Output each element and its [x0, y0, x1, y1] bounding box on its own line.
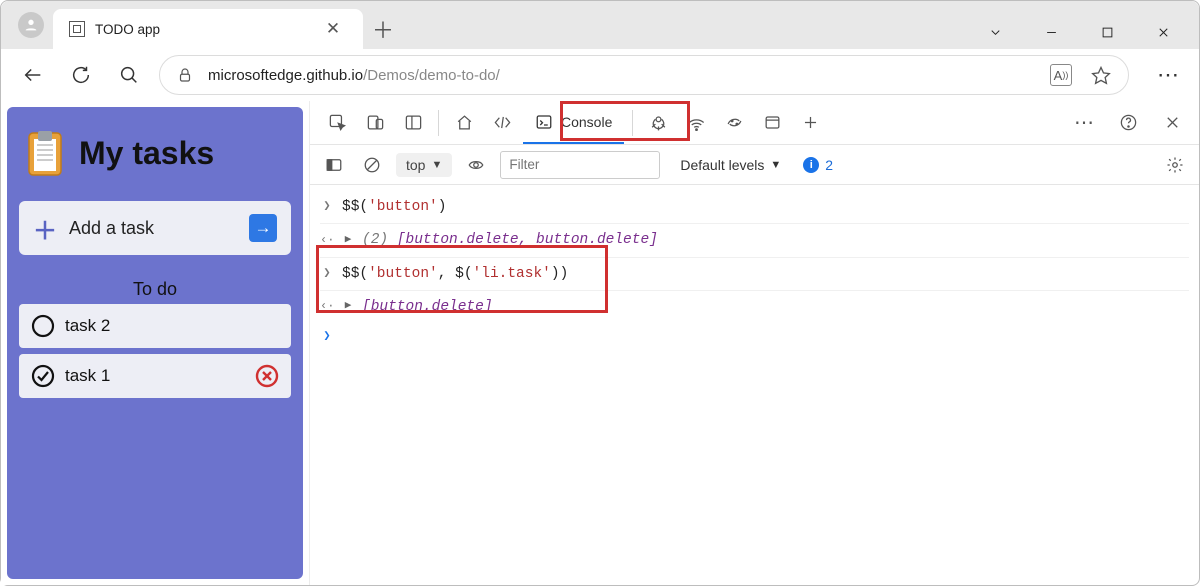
devtools-tabs: Console ⋯ — [310, 101, 1199, 145]
devtools-pane: Console ⋯ — [309, 101, 1199, 585]
console-toolbar: top ▼ Default levels ▼ i 2 — [310, 145, 1199, 185]
refresh-button[interactable] — [63, 57, 99, 93]
add-task-label: Add a task — [69, 218, 154, 239]
expand-icon[interactable]: ▶ — [342, 230, 354, 251]
levels-label: Default levels — [680, 157, 764, 173]
todo-header: My tasks — [19, 125, 291, 185]
task-row[interactable]: task 2 — [19, 304, 291, 348]
devtools-close-button[interactable] — [1155, 107, 1189, 139]
console-tab-label: Console — [561, 114, 612, 130]
browser-window: TODO app ✕ ＋ — [0, 0, 1200, 586]
new-tab-button[interactable]: ＋ — [363, 9, 403, 49]
profile-button[interactable] — [9, 1, 53, 49]
prompt-caret-icon: ❯ — [320, 325, 334, 348]
inspect-element-button[interactable] — [320, 107, 354, 139]
input-caret-icon: ❯ — [320, 195, 334, 218]
output-caret-icon: ‹· — [320, 295, 334, 318]
chevron-down-icon: ▼ — [770, 159, 781, 171]
issues-count: 2 — [825, 157, 833, 173]
panel-layout-button[interactable] — [396, 107, 430, 139]
input-caret-icon: ❯ — [320, 262, 334, 285]
plus-icon: ＋ — [33, 211, 57, 246]
todo-app: My tasks ＋ Add a task → To do task 2 — [7, 107, 303, 579]
minimize-button[interactable] — [1023, 15, 1079, 49]
console-settings-button[interactable] — [1161, 151, 1189, 179]
back-button[interactable] — [15, 57, 51, 93]
welcome-tab-icon[interactable] — [447, 107, 481, 139]
elements-tab-icon[interactable] — [485, 107, 519, 139]
clipboard-icon — [25, 129, 65, 177]
task-label: task 1 — [65, 366, 110, 386]
issues-badge[interactable]: i 2 — [803, 157, 833, 173]
tab-actions-button[interactable] — [967, 15, 1023, 49]
console-output-line: ‹· ▶ (2) [button.delete, button.delete] — [320, 224, 1189, 257]
expand-icon[interactable]: ▶ — [342, 296, 354, 317]
content-area: My tasks ＋ Add a task → To do task 2 — [1, 101, 1199, 585]
favorite-button[interactable] — [1090, 64, 1112, 86]
page-pane: My tasks ＋ Add a task → To do task 2 — [1, 101, 309, 585]
live-expression-button[interactable] — [462, 151, 490, 179]
tab-title: TODO app — [95, 22, 309, 37]
nav-search-button[interactable] — [111, 57, 147, 93]
separator — [632, 110, 633, 136]
window-controls — [967, 9, 1191, 49]
close-button[interactable] — [1135, 15, 1191, 49]
url-text: microsoftedge.github.io/Demos/demo-to-do… — [208, 67, 500, 84]
browser-menu-button[interactable]: ⋯ — [1153, 62, 1185, 88]
maximize-button[interactable] — [1079, 15, 1135, 49]
tab-close-button[interactable]: ✕ — [319, 15, 347, 43]
separator — [438, 110, 439, 136]
read-aloud-button[interactable]: A)) — [1050, 64, 1072, 86]
submit-arrow-button[interactable]: → — [249, 214, 277, 242]
nav-bar: microsoftedge.github.io/Demos/demo-to-do… — [1, 49, 1199, 101]
toggle-sidebar-button[interactable] — [320, 151, 348, 179]
todo-title: My tasks — [79, 135, 214, 172]
todo-section: To do task 2 task 1 — [19, 271, 291, 404]
devtools-menu-button[interactable]: ⋯ — [1067, 107, 1101, 139]
url-path: /Demos/demo-to-do/ — [363, 67, 500, 84]
network-tab-icon[interactable] — [679, 107, 713, 139]
url-host: microsoftedge.github.io — [208, 67, 363, 84]
console-prompt[interactable]: ❯ — [320, 323, 1189, 350]
console-body[interactable]: ❯ $$('button') ‹· ▶ (2) [button.delete, … — [310, 185, 1199, 356]
add-task-button[interactable]: ＋ Add a task → — [19, 201, 291, 255]
application-tab-icon[interactable] — [755, 107, 789, 139]
console-input-line: ❯ $$('button') — [320, 191, 1189, 224]
filter-input[interactable] — [500, 151, 660, 179]
performance-tab-icon[interactable] — [717, 107, 751, 139]
console-output-line: ‹· ▶ [button.delete] — [320, 291, 1189, 323]
title-bar: TODO app ✕ ＋ — [1, 1, 1199, 49]
issues-icon: i — [803, 157, 819, 173]
console-tab[interactable]: Console — [523, 102, 624, 144]
section-head: To do — [19, 271, 291, 304]
clear-console-button[interactable] — [358, 151, 386, 179]
lock-icon — [176, 66, 194, 84]
address-bar[interactable]: microsoftedge.github.io/Demos/demo-to-do… — [159, 55, 1129, 95]
help-button[interactable] — [1111, 107, 1145, 139]
console-input-line: ❯ $$('button', $('li.task')) — [320, 258, 1189, 291]
task-label: task 2 — [65, 316, 110, 336]
device-emulation-button[interactable] — [358, 107, 392, 139]
context-label: top — [406, 157, 425, 173]
radio-checked-icon[interactable] — [31, 364, 55, 388]
chevron-down-icon: ▼ — [431, 159, 442, 171]
task-row[interactable]: task 1 — [19, 354, 291, 398]
browser-tab[interactable]: TODO app ✕ — [53, 9, 363, 49]
avatar-icon — [18, 12, 44, 38]
tab-favicon-icon — [69, 21, 85, 37]
radio-unchecked-icon[interactable] — [31, 314, 55, 338]
context-selector[interactable]: top ▼ — [396, 153, 452, 177]
delete-task-button[interactable] — [255, 364, 279, 388]
more-tabs-button[interactable] — [793, 107, 827, 139]
sources-tab-icon[interactable] — [641, 107, 675, 139]
log-levels-selector[interactable]: Default levels ▼ — [680, 157, 781, 173]
output-caret-icon: ‹· — [320, 229, 334, 252]
